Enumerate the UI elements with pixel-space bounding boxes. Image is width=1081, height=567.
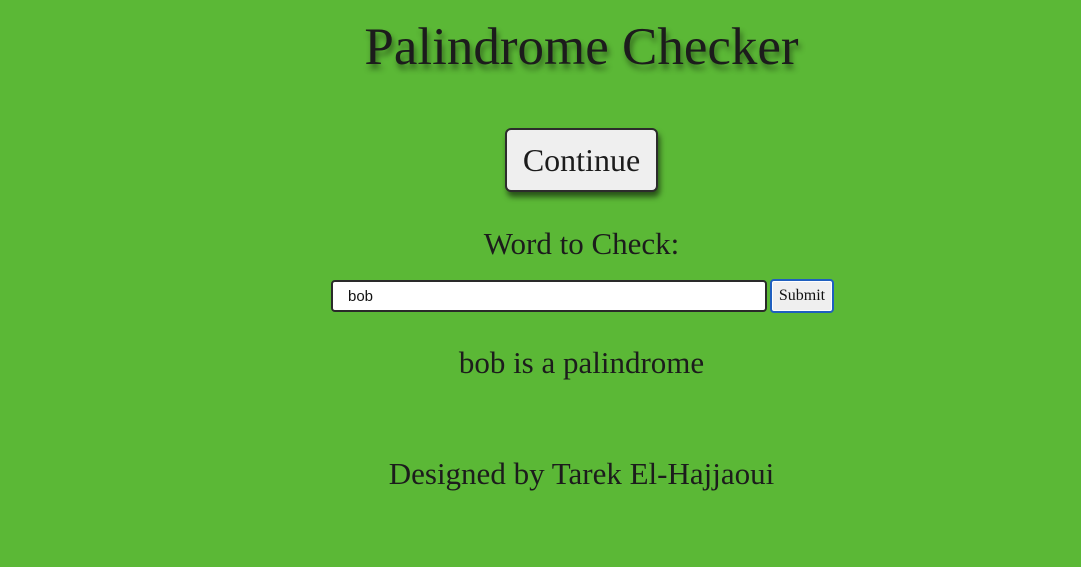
submit-button[interactable]: Submit xyxy=(770,279,834,313)
word-to-check-label: Word to Check: xyxy=(483,226,680,261)
continue-button[interactable]: Continue xyxy=(505,128,658,192)
footer-credit: Designed by Tarek El-Hajjaoui xyxy=(388,456,775,491)
page-title: Palindrome Checker xyxy=(364,18,799,76)
word-input[interactable] xyxy=(331,280,767,312)
result-message: bob is a palindrome xyxy=(458,345,705,380)
